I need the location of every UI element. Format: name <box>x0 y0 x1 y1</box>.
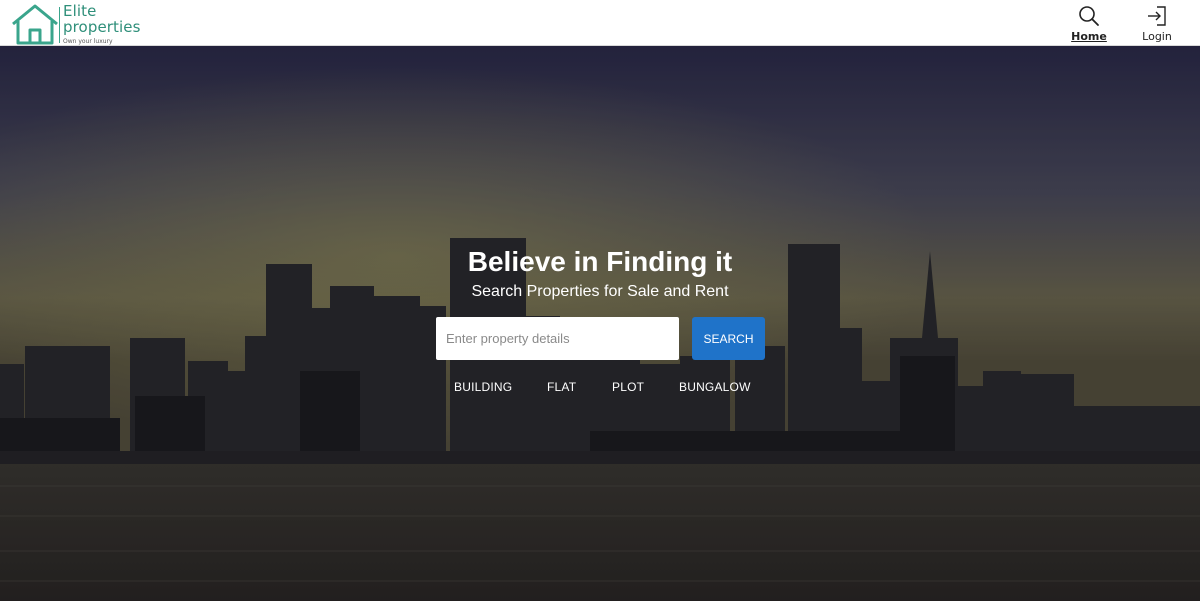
nav-login[interactable]: Login <box>1136 4 1178 44</box>
brand-logo[interactable]: Elite properties Own your luxury <box>10 3 160 45</box>
brand-tagline: Own your luxury <box>63 38 113 45</box>
nav-home-label: Home <box>1071 30 1107 43</box>
category-building[interactable]: BUILDING <box>454 380 512 394</box>
brand-name-line2: properties <box>63 18 141 36</box>
house-logo-icon <box>12 4 58 45</box>
category-plot[interactable]: PLOT <box>612 380 644 394</box>
nav-login-label: Login <box>1142 30 1172 43</box>
category-bungalow[interactable]: BUNGALOW <box>679 380 751 394</box>
hero-section: Believe in Finding it Search Properties … <box>0 46 1200 601</box>
brand-name: Elite properties <box>63 3 163 35</box>
brand-name-line1: Elite <box>63 2 97 20</box>
logo-divider <box>59 7 60 43</box>
hero-title: Believe in Finding it <box>467 246 733 277</box>
search-input[interactable] <box>436 317 679 360</box>
search-icon <box>1079 6 1099 26</box>
search-button[interactable]: SEARCH <box>692 317 765 360</box>
nav-home[interactable]: Home <box>1066 4 1112 44</box>
category-flat[interactable]: FLAT <box>547 380 576 394</box>
login-icon <box>1148 6 1166 26</box>
top-navbar: Elite properties Own your luxury Home Lo… <box>0 0 1200 46</box>
hero-subtitle: Search Properties for Sale and Rent <box>471 283 729 300</box>
